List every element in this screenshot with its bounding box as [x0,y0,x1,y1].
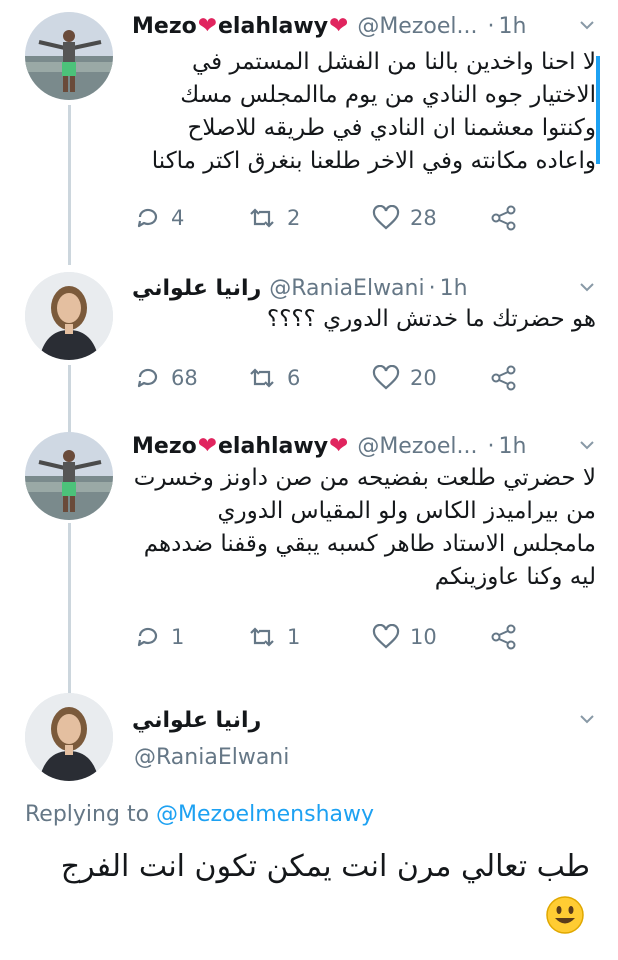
thread-line [68,523,71,693]
handle[interactable]: @Mezoel... [357,434,477,459]
display-name[interactable]: Mezo ❤ elahlawy ❤ [132,13,349,39]
like-count: 28 [410,206,437,230]
like-icon [372,365,400,390]
separator-dot: · [428,275,436,301]
retweet-icon [250,627,274,647]
tweet-text: هو حضرتك ما خدتش الدوري ؟؟؟؟ [266,306,596,332]
display-name-part: elahlawy [218,433,329,459]
retweet-button[interactable]: 1 [247,624,300,650]
reply-count: 4 [171,206,185,230]
reply-icon [137,368,158,388]
retweet-icon [250,208,274,228]
share-button[interactable] [490,624,528,650]
reply-button[interactable]: 68 [135,365,198,391]
like-icon [372,624,400,649]
retweet-button[interactable]: 2 [247,205,300,231]
retweet-icon [250,368,274,388]
replying-prefix: Replying to [25,802,150,827]
tweet-actions: 1 1 10 [135,624,535,654]
like-count: 10 [410,625,437,649]
like-button[interactable]: 28 [372,205,437,231]
tweet-actions: 4 2 28 [135,205,535,235]
display-name-part: Mezo [132,13,197,39]
heart-emoji-icon: ❤ [329,13,349,39]
like-button[interactable]: 10 [372,624,437,650]
reply-icon [137,627,158,647]
share-button[interactable] [490,365,528,391]
smiley-emoji-icon [546,896,584,934]
reply-count: 1 [171,625,185,649]
avatar[interactable] [25,693,113,781]
handle[interactable]: @RaniaElwani [134,745,289,770]
tweet-text: لا احنا واخدين بالنا من الفشل المستمر في… [151,49,596,174]
heart-emoji-icon: ❤ [197,433,218,459]
share-button[interactable] [490,205,528,231]
display-name[interactable]: رانيا علواني [132,276,261,301]
share-icon [491,205,516,231]
heart-emoji-icon: ❤ [329,433,349,459]
handle[interactable]: @Mezoel... [357,14,477,39]
thread-line [68,105,71,265]
highlight-bar [596,56,600,164]
retweet-count: 2 [287,206,301,230]
handle[interactable]: @RaniaElwani [269,276,424,301]
like-icon [372,205,400,230]
timestamp[interactable]: 1h [440,276,468,301]
timestamp[interactable]: 1h [498,434,526,459]
retweet-count: 1 [287,625,301,649]
tweet-header: Mezo ❤ elahlawy ❤ @Mezoel... · 1h [132,428,598,464]
tweet-header: رانيا علواني [132,702,598,738]
retweet-button[interactable]: 6 [247,365,300,391]
display-name-part: elahlawy [218,13,329,39]
avatar[interactable] [25,432,113,520]
display-name-part: Mezo [132,433,197,459]
caret-down-icon[interactable] [576,434,598,456]
tweet-actions: 68 6 20 [135,365,535,395]
reply-count: 68 [171,366,198,390]
like-button[interactable]: 20 [372,365,437,391]
avatar[interactable] [25,272,113,360]
reply-icon [137,208,158,228]
separator-dot: · [487,13,495,39]
display-name[interactable]: Mezo ❤ elahlawy ❤ [132,433,349,459]
separator-dot: · [487,433,495,459]
retweet-count: 6 [287,366,301,390]
tweet-header: Mezo ❤ elahlawy ❤ @Mezoel... · 1h [132,8,598,44]
timestamp[interactable]: 1h [498,14,526,39]
avatar[interactable] [25,12,113,100]
tweet-text: لا حضرتي طلعت بفضيحه من صن داونز وخسرت م… [133,465,596,590]
reply-button[interactable]: 4 [135,205,184,231]
share-icon [491,624,516,650]
display-name[interactable]: رانيا علواني [132,708,261,733]
heart-emoji-icon: ❤ [197,13,218,39]
share-icon [491,365,516,391]
tweet-text: طب تعالي مرن انت يمكن تكون انت الفرج [60,849,590,884]
reply-button[interactable]: 1 [135,624,184,650]
mention-link[interactable]: @Mezoelmenshawy [156,802,374,827]
like-count: 20 [410,366,437,390]
thread-line [68,365,71,435]
caret-down-icon[interactable] [576,14,598,36]
replying-to: Replying to @Mezoelmenshawy [25,802,374,827]
tweet-header: رانيا علواني @RaniaElwani · 1h [132,270,598,306]
caret-down-icon[interactable] [576,708,598,730]
caret-down-icon[interactable] [576,276,598,298]
